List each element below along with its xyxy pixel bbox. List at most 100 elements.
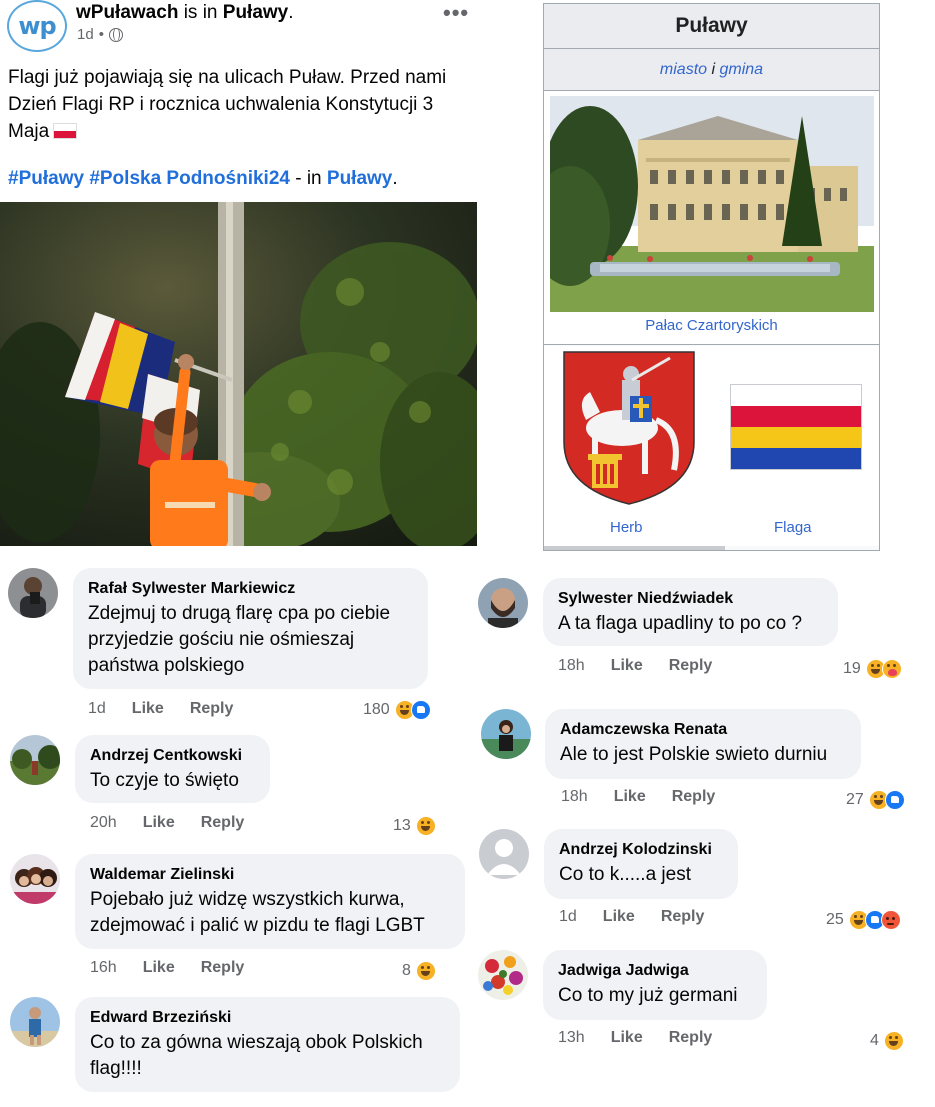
comment-time[interactable]: 18h <box>558 657 585 674</box>
location-link[interactable]: Puławy <box>223 2 288 23</box>
reaction-count: 4 <box>870 1032 879 1049</box>
like-button[interactable]: Like <box>143 814 175 831</box>
commenter-name[interactable]: Waldemar Zielinski <box>90 864 451 885</box>
is-in-text: is in <box>178 2 223 23</box>
coat-of-arms-graphic <box>563 351 695 505</box>
comment-time[interactable]: 18h <box>561 788 588 805</box>
comment-text: Co to za gówna wieszają obok Polskich fl… <box>90 1032 423 1079</box>
gmina-link[interactable]: gmina <box>720 61 764 79</box>
reply-button[interactable]: Reply <box>672 788 716 805</box>
like-button[interactable]: Like <box>132 700 164 717</box>
comment-actions: 16h Like Reply <box>90 959 270 977</box>
flag-image[interactable] <box>730 384 862 470</box>
comment-text: Co to k.....a jest <box>559 864 691 885</box>
like-button[interactable]: Like <box>143 959 175 976</box>
like-reaction-icon <box>884 790 905 810</box>
comment-time[interactable]: 1d <box>559 908 577 925</box>
reaction-count: 180 <box>363 701 390 718</box>
commenter-name[interactable]: Andrzej Kolodzinski <box>559 839 724 860</box>
reply-button[interactable]: Reply <box>201 959 245 976</box>
like-button[interactable]: Like <box>603 908 635 925</box>
page-name-link[interactable]: wPuławach <box>76 2 178 23</box>
reaction-summary[interactable]: 13 <box>393 816 436 836</box>
like-reaction-icon <box>410 700 431 720</box>
commenter-name[interactable]: Sylwester Niedźwiadek <box>558 588 824 609</box>
comment-actions: 20h Like Reply <box>90 814 270 832</box>
commenter-name[interactable]: Adamczewska Renata <box>560 719 847 740</box>
comment-actions: 13h Like Reply <box>558 1029 738 1047</box>
commenter-avatar[interactable] <box>10 735 60 785</box>
herb-link[interactable]: Herb <box>610 519 643 536</box>
more-options-button[interactable]: ••• <box>443 0 469 26</box>
comment-time[interactable]: 1d <box>88 700 106 717</box>
comment-bubble: Sylwester Niedźwiadek A ta flaga upadliny… <box>543 578 838 646</box>
commenter-name[interactable]: Andrzej Centkowski <box>90 745 256 766</box>
commenter-avatar[interactable] <box>478 578 528 628</box>
comment-text: Pojebało już widzę wszystkich kurwa, zde… <box>90 889 425 936</box>
palace-photo[interactable] <box>550 96 874 312</box>
page-logo-text: wp <box>18 12 56 40</box>
page-logo-avatar[interactable]: wp <box>7 0 67 52</box>
commenter-name[interactable]: Edward Brzeziński <box>90 1007 446 1028</box>
reaction-summary[interactable]: 27 <box>846 790 905 810</box>
commenter-avatar[interactable] <box>479 829 529 879</box>
palace-caption-link[interactable]: Pałac Czartoryskich <box>544 317 879 334</box>
comment-bubble: Waldemar Zielinski Pojebało już widzę wsz… <box>75 854 465 949</box>
commenter-avatar[interactable] <box>8 568 58 618</box>
coat-of-arms-image[interactable] <box>562 350 696 506</box>
poland-flag-emoji-icon <box>53 123 78 139</box>
comment-text: A ta flaga upadliny to po co ? <box>558 613 803 634</box>
reply-button[interactable]: Reply <box>201 814 245 831</box>
comment-text: To czyje to święto <box>90 770 239 791</box>
reaction-summary[interactable]: 19 <box>843 659 902 679</box>
hashtag-links[interactable]: #Puławy #Polska Podnośniki24 <box>8 168 290 189</box>
like-button[interactable]: Like <box>611 1029 643 1046</box>
reaction-summary[interactable]: 180 <box>363 700 431 720</box>
reaction-icons <box>415 961 436 981</box>
comment-bubble: Andrzej Kolodzinski Co to k.....a jest <box>544 829 738 899</box>
in-location-link[interactable]: Puławy <box>327 168 392 189</box>
comment-actions: 18h Like Reply <box>558 657 738 675</box>
wikipedia-infobox: Puławy miasto i gmina Pałac Czartoryskic… <box>543 3 880 551</box>
flag-graphic <box>731 385 861 470</box>
reply-button[interactable]: Reply <box>661 908 705 925</box>
reaction-count: 25 <box>826 911 844 928</box>
comment-actions: 1d Like Reply <box>559 908 730 926</box>
flag-link[interactable]: Flaga <box>774 519 812 536</box>
commenter-avatar[interactable] <box>10 854 60 904</box>
comment-actions: 18h Like Reply <box>561 788 741 806</box>
like-button[interactable]: Like <box>611 657 643 674</box>
haha-reaction-icon <box>883 1031 904 1051</box>
comment-bubble: Andrzej Centkowski To czyje to święto <box>75 735 270 803</box>
care-reaction-icon <box>881 659 902 679</box>
comment-time[interactable]: 20h <box>90 814 117 831</box>
reply-button[interactable]: Reply <box>669 657 713 674</box>
post-time[interactable]: 1d <box>77 26 94 43</box>
like-button[interactable]: Like <box>614 788 646 805</box>
commenter-name[interactable]: Rafał Sylwester Markiewicz <box>88 578 414 599</box>
commenter-avatar[interactable] <box>478 950 528 1000</box>
reaction-summary[interactable]: 4 <box>870 1031 904 1051</box>
reaction-count: 27 <box>846 791 864 808</box>
comment-time[interactable]: 13h <box>558 1029 585 1046</box>
comment-time[interactable]: 16h <box>90 959 117 976</box>
comment-bubble: Rafał Sylwester Markiewicz Zdejmuj to dru… <box>73 568 428 689</box>
meta-dot: • <box>98 26 104 43</box>
reaction-icons <box>848 910 901 930</box>
post-text: Flagi już pojawiają się na ulicach Puław… <box>8 64 478 145</box>
flag-stripe <box>731 406 861 428</box>
miasto-link[interactable]: miasto <box>660 61 707 79</box>
flag-stripe <box>731 385 861 407</box>
infobox-title: Puławy <box>544 4 879 49</box>
commenter-avatar[interactable] <box>481 709 531 759</box>
comment-actions: 1d Like Reply <box>88 700 259 718</box>
post-meta: 1d • <box>77 26 123 43</box>
reaction-summary[interactable]: 8 <box>402 961 436 981</box>
post-hashtags: #Puławy #Polska Podnośniki24 - in Puławy… <box>8 168 398 190</box>
post-photo[interactable] <box>0 202 477 546</box>
commenter-name[interactable]: Jadwiga Jadwiga <box>558 960 753 981</box>
commenter-avatar[interactable] <box>10 997 60 1047</box>
reply-button[interactable]: Reply <box>190 700 234 717</box>
reply-button[interactable]: Reply <box>669 1029 713 1046</box>
reaction-summary[interactable]: 25 <box>826 910 901 930</box>
